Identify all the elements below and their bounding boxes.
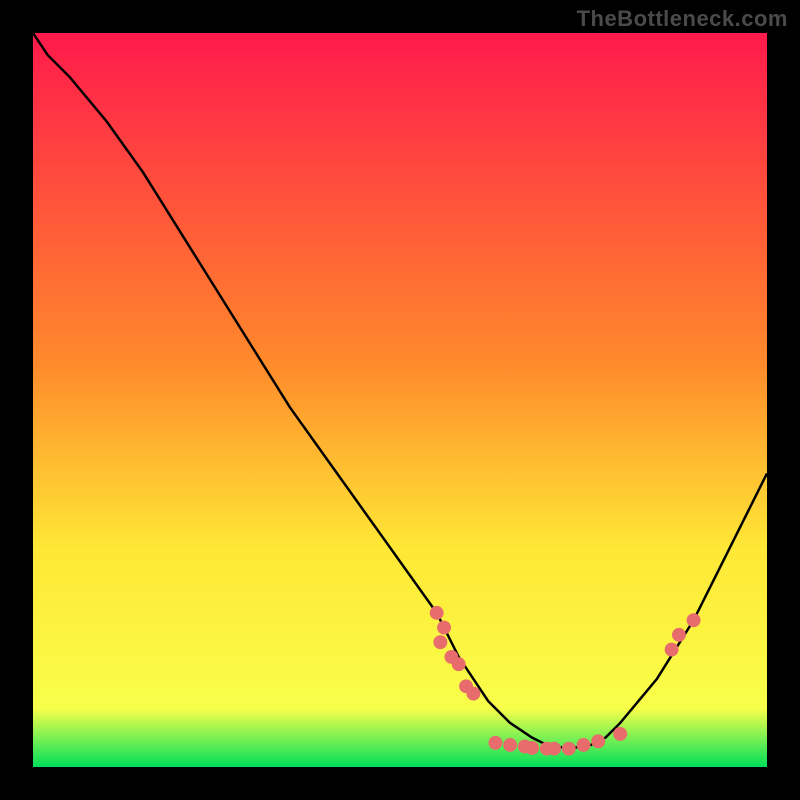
data-point: [488, 736, 502, 750]
data-point: [672, 628, 686, 642]
data-point: [577, 738, 591, 752]
chart-container: TheBottleneck.com: [0, 0, 800, 800]
watermark-text: TheBottleneck.com: [577, 6, 788, 32]
data-point: [430, 606, 444, 620]
data-point: [452, 657, 466, 671]
data-point: [525, 741, 539, 755]
chart-svg: [33, 33, 767, 767]
data-point: [665, 643, 679, 657]
data-point: [613, 727, 627, 741]
data-point: [437, 621, 451, 635]
data-point: [687, 613, 701, 627]
data-point: [591, 734, 605, 748]
data-point: [433, 635, 447, 649]
data-point: [547, 742, 561, 756]
data-point: [562, 742, 576, 756]
plot-frame: [30, 30, 770, 770]
data-point: [503, 738, 517, 752]
data-point: [466, 687, 480, 701]
gradient-background: [33, 33, 767, 767]
